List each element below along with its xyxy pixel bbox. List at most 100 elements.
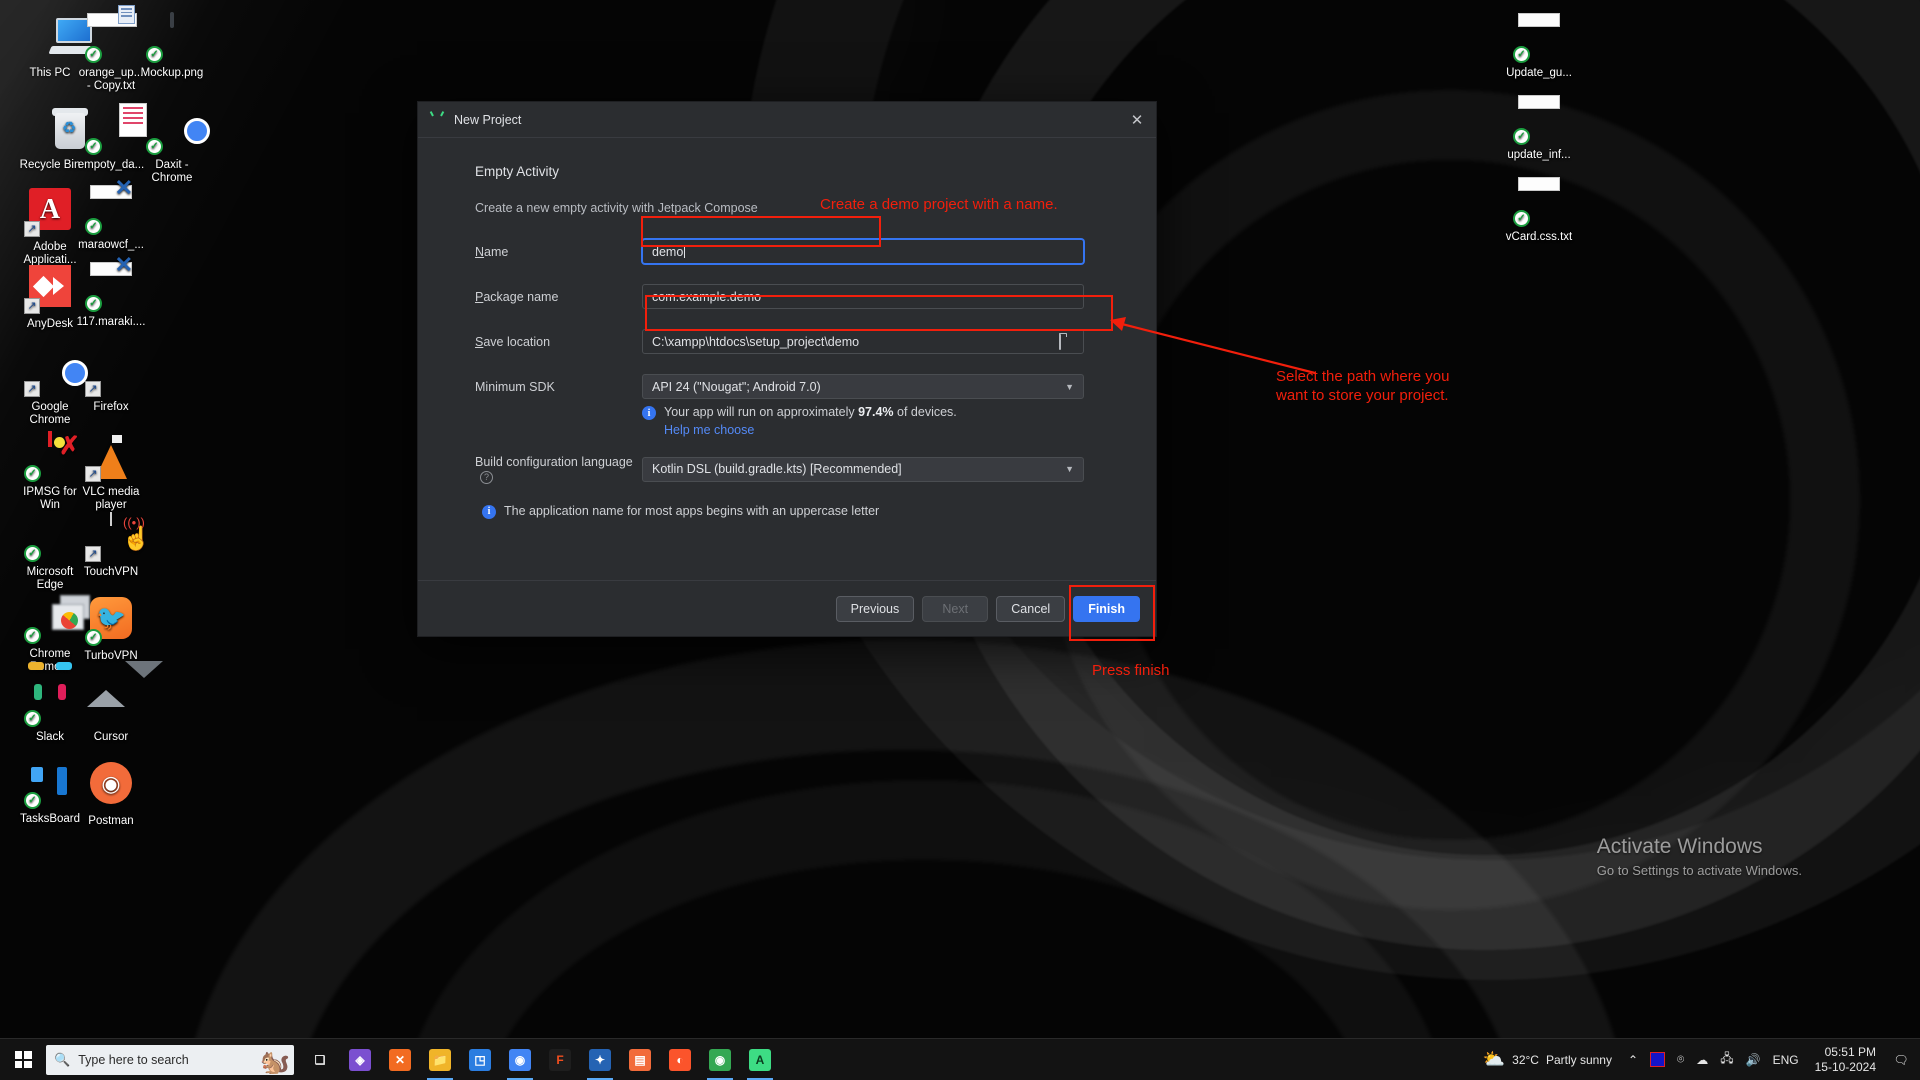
desktop-icon-label: update_inf... — [1493, 149, 1585, 162]
camera-icon[interactable]: ⌾ — [1671, 1052, 1690, 1067]
sync-check-badge: ✓ — [24, 465, 41, 482]
desktop-icon-firefox[interactable]: ↗Firefox — [65, 348, 157, 414]
taskbar-xampp[interactable]: ✕ — [380, 1039, 420, 1080]
shortcut-arrow-badge: ↗ — [85, 381, 101, 397]
desktop-icon-update-gu[interactable]: ✓ Update_gu... — [1493, 14, 1585, 80]
search-input[interactable]: 🔍 Type here to search 🐿️ — [46, 1045, 294, 1075]
sync-check-badge: ✓ — [24, 792, 41, 809]
search-icon: 🔍 — [54, 1052, 70, 1068]
name-row: Name demo — [418, 239, 1156, 264]
vs-icon: ✕✓ — [87, 263, 135, 311]
taskbar-figma[interactable]: F — [540, 1039, 580, 1080]
postman-task-icon: ▤ — [629, 1049, 651, 1071]
save-location-input[interactable]: C:\xampp\htdocs\setup_project\demo — [642, 329, 1084, 354]
taskbar-android-studio[interactable]: A — [740, 1039, 780, 1080]
touchvpn-icon: ((•))☝↗ — [87, 513, 135, 561]
desktop-icon-vlc-media[interactable]: ↗ VLC mediaplayer — [65, 433, 157, 512]
weather-temperature: 32°C — [1512, 1053, 1539, 1067]
dialog-title: New Project — [454, 113, 1124, 127]
android-studio-icon: A — [749, 1049, 771, 1071]
notification-icon[interactable]: 🗨 — [1886, 1053, 1916, 1067]
cancel-button[interactable]: Cancel — [996, 596, 1065, 622]
dialog-title-bar: New Project ✕ — [418, 102, 1156, 138]
desktop-icon-117-maraki[interactable]: ✕✓ 117.maraki.... — [65, 263, 157, 329]
package-name-input[interactable]: com.example.demo — [642, 284, 1084, 309]
desktop-icon-vcard-css-txt[interactable]: ✓vCard.css.txt — [1493, 178, 1585, 244]
vs-code-icon: ✦ — [589, 1049, 611, 1071]
chrome-2-icon: ◉ — [709, 1049, 731, 1071]
taskbar-vs-code[interactable]: ✦ — [580, 1039, 620, 1080]
taskbar-copilot[interactable]: ◈ — [340, 1039, 380, 1080]
system-tray: ⛅ 32°C Partly sunny ⌃ ⌾ ☁ 🖧 🔊 ENG 05:51 … — [1477, 1039, 1920, 1080]
sync-check-badge: ✓ — [85, 138, 102, 155]
start-button[interactable] — [0, 1039, 46, 1080]
taskbar-task-view[interactable]: ❏ — [300, 1039, 340, 1080]
folder-icon[interactable] — [1059, 335, 1074, 348]
turbo-icon: 🐦✓ — [87, 597, 135, 645]
build-config-row: Build configuration language? Kotlin DSL… — [418, 455, 1156, 484]
name-input[interactable]: demo — [642, 239, 1084, 264]
build-config-value: Kotlin DSL (build.gradle.kts) [Recommend… — [652, 462, 902, 476]
desktop-icon-cursor[interactable]: Cursor — [65, 678, 157, 744]
previous-button[interactable]: Previous — [836, 596, 915, 622]
language-indicator[interactable]: ENG — [1767, 1053, 1805, 1067]
taskbar-chrome[interactable]: ◉ — [500, 1039, 540, 1080]
minimum-sdk-row: Minimum SDK API 24 ("Nougat"; Android 7.… — [418, 374, 1156, 399]
desktop-icon-label: 117.maraki.... — [65, 316, 157, 329]
annotation-path-note: Select the path where you want to store … — [1276, 367, 1449, 405]
taskbar-chrome-2[interactable]: ◉ — [700, 1039, 740, 1080]
desktop-icon-label: Daxit -Chrome — [126, 159, 218, 185]
clock[interactable]: 05:51 PM 15-10-2024 — [1805, 1045, 1886, 1075]
brave-icon: ◐ — [669, 1049, 691, 1071]
question-mark-icon[interactable]: ? — [480, 471, 493, 484]
taskbar-postman-task[interactable]: ▤ — [620, 1039, 660, 1080]
volume-icon[interactable]: 🔊 — [1740, 1053, 1767, 1067]
taskbar-app-list: ❏◈✕📁 ◳ ◉ F ✦ ▤ ◐ ◉ A — [300, 1039, 780, 1080]
desktop-icon-update-inf[interactable]: ✓update_inf... — [1493, 96, 1585, 162]
shortcut-arrow-badge: ↗ — [24, 221, 40, 237]
info-icon-2: i — [482, 505, 496, 519]
application-name-hint-text: The application name for most apps begin… — [504, 504, 879, 518]
chevron-down-icon: ▼ — [1065, 382, 1074, 392]
chrome-icon: ✓ — [148, 106, 196, 154]
desktop-icon-touchvpn[interactable]: ((•))☝↗TouchVPN — [65, 513, 157, 579]
desktop-icon-daxit[interactable]: ✓ Daxit -Chrome — [126, 106, 218, 185]
desktop-icon-postman[interactable]: ◉Postman — [65, 760, 157, 828]
desktop-icon-label: Update_gu... — [1493, 67, 1585, 80]
chrome-icon: ◉ — [509, 1049, 531, 1071]
sync-check-badge: ✓ — [85, 629, 102, 646]
onedrive-icon[interactable]: ☁ — [1690, 1053, 1714, 1067]
shortcut-arrow-badge: ↗ — [85, 466, 101, 482]
squirrel-illustration: 🐿️ — [260, 1048, 290, 1075]
network-icon[interactable]: 🖧 — [1714, 1049, 1739, 1070]
taskbar-brave[interactable]: ◐ — [660, 1039, 700, 1080]
taskbar: 🔍 Type here to search 🐿️ ❏◈✕📁 ◳ ◉ F ✦ ▤ ◐ ◉ A ⛅ … — [0, 1038, 1920, 1080]
close-icon[interactable]: ✕ — [1124, 108, 1150, 132]
finish-button[interactable]: Finish — [1073, 596, 1140, 622]
next-button: Next — [922, 596, 988, 622]
update-icon: ✓ — [1515, 14, 1563, 62]
store-icon: ◳ — [469, 1049, 491, 1071]
minimum-sdk-select[interactable]: API 24 ("Nougat"; Android 7.0) ▼ — [642, 374, 1084, 399]
vs-icon: ✕✓ — [87, 186, 135, 234]
taskbar-store[interactable]: ◳ — [460, 1039, 500, 1080]
taskbar-file-explorer[interactable]: 📁 — [420, 1039, 460, 1080]
save-location-label: Save location — [475, 335, 642, 349]
ipmsg-tray-icon[interactable] — [1644, 1052, 1671, 1067]
build-config-select[interactable]: Kotlin DSL (build.gradle.kts) [Recommend… — [642, 457, 1084, 482]
desktop-icon-label: VLC mediaplayer — [65, 486, 157, 512]
sync-check-badge: ✓ — [1513, 46, 1530, 63]
help-me-choose-link[interactable]: Help me choose — [664, 423, 754, 437]
desktop-icon-turbovpn[interactable]: 🐦✓TurboVPN — [65, 595, 157, 663]
annotation-name-note: Create a demo project with a name. — [820, 195, 1058, 214]
build-config-label: Build configuration language? — [475, 455, 642, 484]
sdk-coverage-text: Your app will run on approximately 97.4%… — [664, 405, 957, 419]
new-project-dialog: New Project ✕ Empty Activity Create a ne… — [417, 101, 1157, 637]
desktop-icon-mockup-png[interactable]: ✓Mockup.png — [126, 14, 218, 80]
show-hidden-icons-button[interactable]: ⌃ — [1622, 1053, 1644, 1067]
activate-windows-watermark: Activate Windows Go to Settings to activ… — [1597, 835, 1802, 878]
package-name-value: com.example.demo — [652, 290, 761, 304]
save-location-row: Save location C:\xampp\htdocs\setup_proj… — [418, 329, 1156, 354]
weather-widget[interactable]: ⛅ 32°C Partly sunny — [1477, 1049, 1622, 1070]
desktop-icon-maraowcf[interactable]: ✕✓maraowcf_... — [65, 186, 157, 252]
